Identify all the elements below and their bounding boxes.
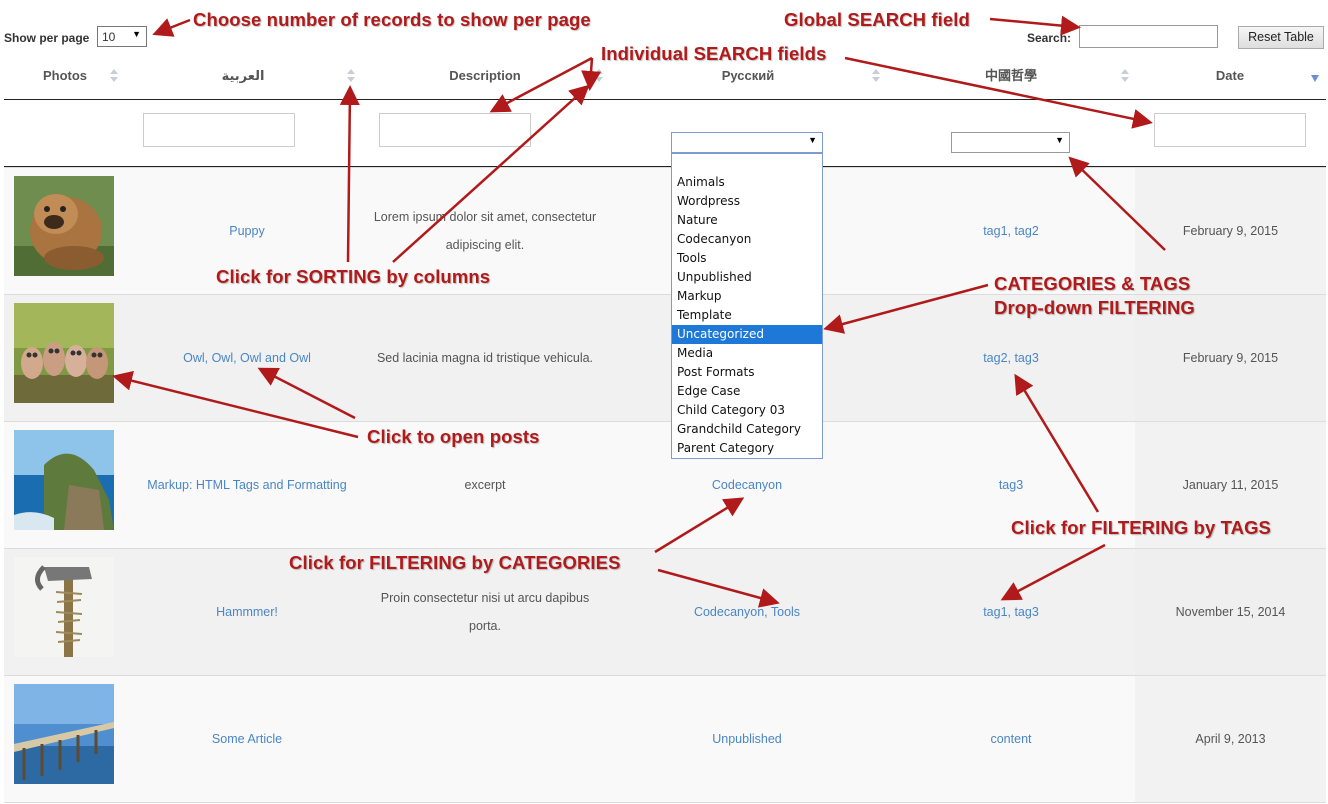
annotation-per-page: Choose number of records to show per pag…	[193, 9, 591, 30]
annotation-cat-tags-line1: CATEGORIES & TAGS	[994, 273, 1191, 294]
annotation-arrows	[112, 15, 1166, 608]
annotation-sorting: Click for SORTING by columns	[216, 266, 491, 287]
annotation-filter-tags: Click for FILTERING by TAGS	[1011, 517, 1272, 538]
annotation-filter-categories: Click for FILTERING by CATEGORIES	[289, 552, 621, 573]
annotation-open-posts: Click to open posts	[367, 426, 540, 447]
annotation-global-search: Global SEARCH field	[784, 9, 970, 30]
annotation-individual-search: Individual SEARCH fields	[601, 43, 827, 64]
annotation-cat-tags-line2: Drop-down FILTERING	[994, 297, 1195, 318]
